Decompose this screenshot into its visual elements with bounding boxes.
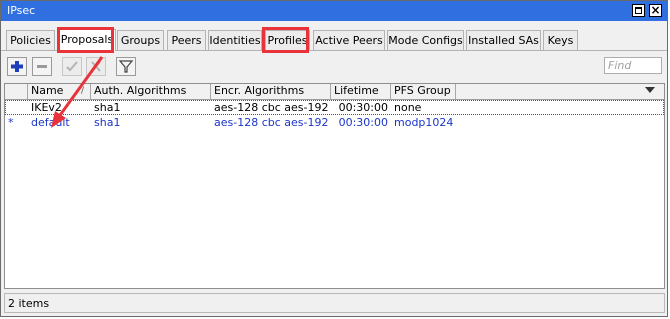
row-auth: sha1 xyxy=(94,116,121,129)
row-encr: aes-128 cbc aes-192 ... xyxy=(214,101,331,114)
row-lifetime: 00:30:00 xyxy=(338,116,388,129)
row-flag: * xyxy=(8,116,14,129)
enable-icon xyxy=(66,61,78,72)
column-header-lifetime[interactable]: Lifetime xyxy=(331,84,391,99)
column-header-name[interactable]: Name / xyxy=(28,84,91,99)
toolbar xyxy=(1,53,667,81)
filter-icon xyxy=(118,60,134,73)
row-flag xyxy=(5,100,28,115)
row-auth: sha1 xyxy=(94,101,121,114)
find-input[interactable]: Find xyxy=(604,57,662,74)
add-icon xyxy=(11,61,23,72)
column-header-blank xyxy=(456,84,664,99)
tab-groups[interactable]: Groups xyxy=(117,30,164,50)
row-name: IKEv2 xyxy=(31,101,62,114)
disable-icon xyxy=(91,61,101,72)
table-row[interactable]: * default sha1 aes-128 cbc aes-192 ... 0… xyxy=(5,115,664,130)
table-header: Name / Auth. Algorithms Encr. Algorithms … xyxy=(5,84,664,100)
row-lifetime: 00:30:00 xyxy=(338,101,388,114)
profiles-highlight-box xyxy=(262,27,309,53)
tab-active-peers[interactable]: Active Peers xyxy=(313,30,385,50)
close-button[interactable]: × xyxy=(649,3,662,17)
flag-column-header[interactable] xyxy=(5,84,28,99)
close-icon: × xyxy=(650,3,661,17)
title-bar[interactable]: IPsec × xyxy=(1,1,667,21)
column-header-encr[interactable]: Encr. Algorithms xyxy=(211,84,331,99)
column-menu-icon[interactable] xyxy=(645,87,655,93)
tab-identities[interactable]: Identities xyxy=(208,30,262,50)
tab-keys[interactable]: Keys xyxy=(543,30,578,50)
sort-indicator: / xyxy=(81,86,85,96)
row-encr: aes-128 cbc aes-192 ... xyxy=(214,116,331,129)
window-title: IPsec xyxy=(7,4,36,17)
tab-peers[interactable]: Peers xyxy=(167,30,206,50)
proposals-highlight-box xyxy=(57,27,114,53)
status-bar: 2 items xyxy=(4,293,665,313)
proposals-table: Name / Auth. Algorithms Encr. Algorithms … xyxy=(4,83,665,289)
column-header-pfs[interactable]: PFS Group xyxy=(391,84,456,99)
column-header-auth[interactable]: Auth. Algorithms xyxy=(91,84,211,99)
ipsec-window: IPsec × Policies Proposals Groups Peers … xyxy=(0,0,668,317)
tab-mode-configs[interactable]: Mode Configs xyxy=(387,30,464,50)
item-count: 2 items xyxy=(8,297,50,310)
tab-policies[interactable]: Policies xyxy=(6,30,55,50)
column-header-label: Name xyxy=(31,84,64,97)
filter-button[interactable] xyxy=(116,57,136,76)
row-pfs: modp1024 xyxy=(394,116,454,129)
tab-installed-sas[interactable]: Installed SAs xyxy=(466,30,541,50)
enable-button[interactable] xyxy=(62,57,82,76)
row-name: default xyxy=(31,116,70,129)
table-row[interactable]: IKEv2 sha1 aes-128 cbc aes-192 ... 00:30… xyxy=(5,100,664,115)
disable-button[interactable] xyxy=(86,57,106,76)
row-pfs: none xyxy=(394,101,422,114)
remove-button[interactable] xyxy=(32,57,52,76)
add-button[interactable] xyxy=(7,57,27,76)
remove-icon xyxy=(37,65,47,68)
restore-button[interactable] xyxy=(632,4,645,17)
